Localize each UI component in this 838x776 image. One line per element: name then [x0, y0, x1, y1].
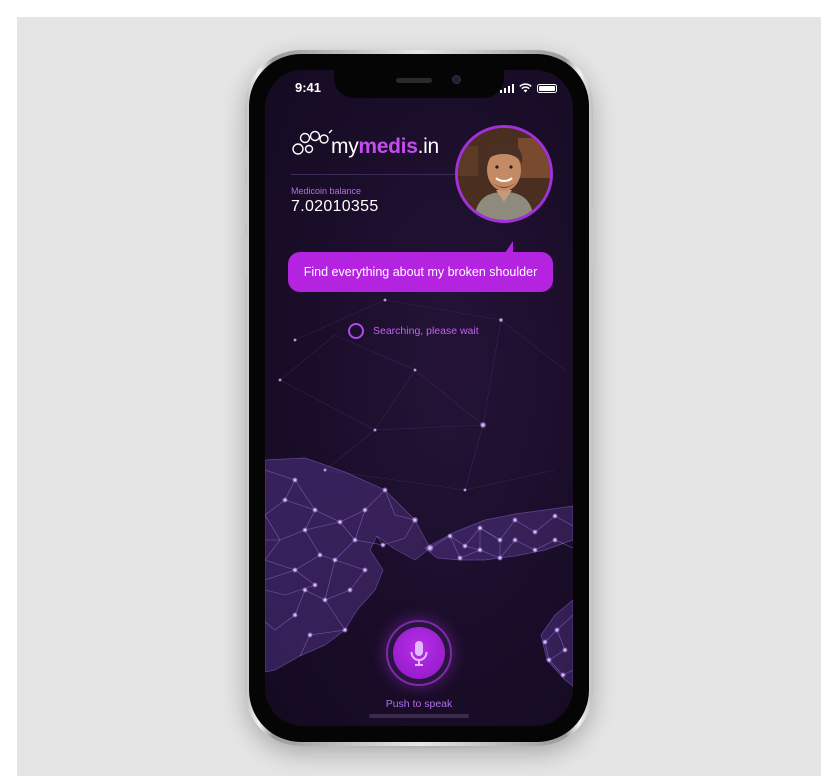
- push-to-speak-label: Push to speak: [385, 698, 453, 710]
- earpiece-speaker: [396, 78, 432, 83]
- balance-label: Medicoin balance: [291, 186, 362, 196]
- volume-up-button: [243, 186, 247, 226]
- microphone-icon: [410, 641, 428, 666]
- battery-icon: [537, 83, 557, 93]
- power-button: [591, 208, 595, 270]
- search-status: Searching, please wait: [348, 323, 479, 339]
- search-status-text: Searching, please wait: [373, 325, 479, 337]
- notch: [334, 70, 504, 98]
- home-indicator[interactable]: [369, 714, 469, 718]
- molecule-icon: [292, 129, 333, 155]
- user-photo: [458, 128, 550, 220]
- signal-icon: [499, 83, 514, 93]
- voice-query-bubble: Find everything about my broken shoulder: [288, 252, 553, 292]
- status-time: 9:41: [295, 80, 322, 95]
- brand-logo[interactable]: mymedis.in: [291, 128, 439, 158]
- brand-name: mymedis.in: [331, 135, 439, 158]
- silent-switch: [243, 148, 247, 166]
- push-to-speak-button[interactable]: [386, 620, 452, 686]
- header-divider: [291, 174, 461, 175]
- balance-value: 7.02010355: [291, 198, 379, 215]
- app-screen: 9:41 mymedis.in Medicoin balance 7.02010…: [265, 70, 573, 726]
- wifi-icon: [519, 83, 532, 93]
- avatar[interactable]: [455, 125, 553, 223]
- loading-spinner-icon: [348, 323, 364, 339]
- volume-down-button: [243, 236, 247, 276]
- front-camera: [452, 75, 461, 84]
- status-icons: [499, 83, 557, 93]
- mic-button-core[interactable]: [393, 627, 445, 679]
